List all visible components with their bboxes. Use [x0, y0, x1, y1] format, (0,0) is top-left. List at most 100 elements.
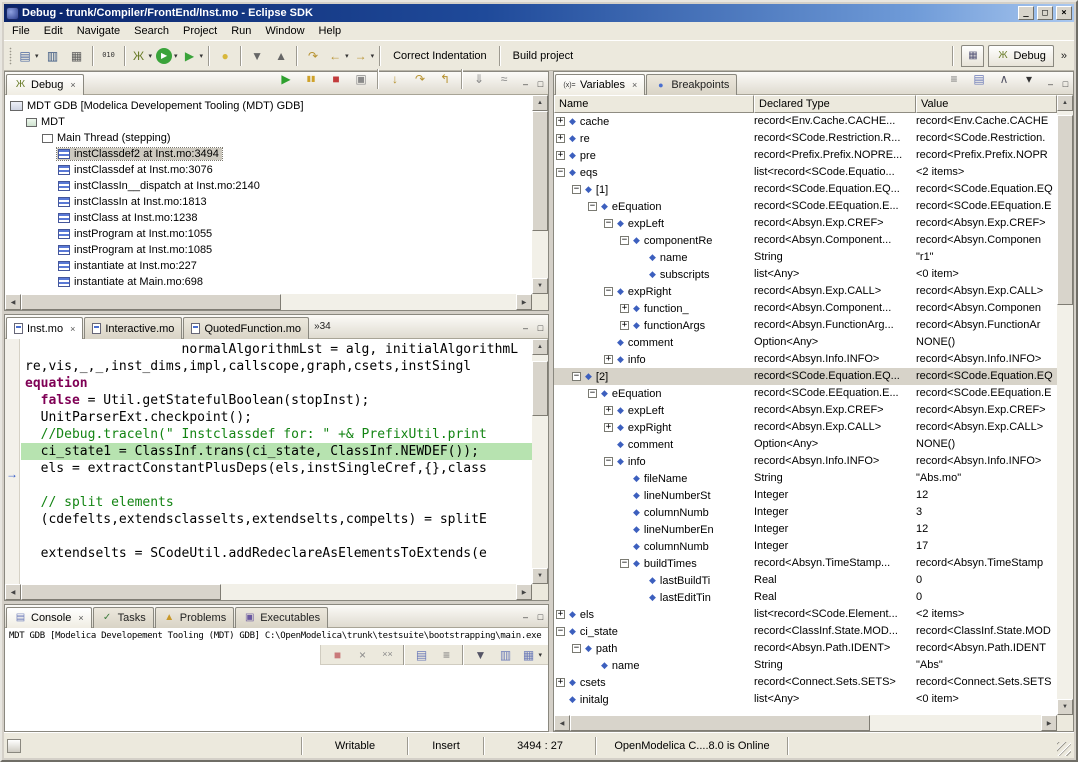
- search-button[interactable]: ●: [213, 44, 237, 68]
- variable-row[interactable]: −◆[2]record<SCode.Equation.EQ...record<S…: [554, 368, 1057, 385]
- variable-row[interactable]: ◆initalglist<Any><0 item>: [554, 691, 1057, 708]
- open-perspective-button[interactable]: ▦: [961, 45, 984, 67]
- scroll-left-icon[interactable]: ◀: [5, 294, 21, 310]
- tab-breakpoints[interactable]: ●Breakpoints: [646, 74, 737, 95]
- variable-row[interactable]: ◆lineNumberStInteger12: [554, 487, 1057, 504]
- menu-item-edit[interactable]: Edit: [37, 23, 70, 39]
- debug-tree-row[interactable]: instClass at Inst.mo:1238: [5, 210, 532, 226]
- debug-tree-row[interactable]: instantiate at Main.mo:698: [5, 274, 532, 290]
- scroll-up-icon[interactable]: ▲: [1057, 95, 1073, 111]
- debug-tree-item[interactable]: instProgram at Inst.mo:1055: [57, 228, 215, 240]
- debug-tree-item[interactable]: instClassIn__dispatch at Inst.mo:2140: [57, 180, 263, 192]
- code-line[interactable]: false = Util.getStatefulBoolean(stopInst…: [21, 392, 532, 409]
- open-console-button[interactable]: ▦▾: [518, 643, 544, 667]
- variable-row[interactable]: −◆expLeftrecord<Absyn.Exp.CREF>record<Ab…: [554, 215, 1057, 232]
- scroll-up-icon[interactable]: ▲: [532, 339, 548, 355]
- debug-tree-item[interactable]: MDT: [25, 116, 68, 128]
- terminate-button[interactable]: ■: [324, 67, 348, 91]
- close-view-icon[interactable]: ×: [78, 613, 83, 623]
- collapse-all-button[interactable]: ∧: [992, 67, 1016, 91]
- scroll-down-icon[interactable]: ▼: [532, 568, 548, 584]
- mdt-binary-button[interactable]: 010: [97, 44, 121, 68]
- use-step-filters-button[interactable]: ≈: [492, 67, 516, 91]
- drop-to-frame-button[interactable]: ⇓: [467, 67, 491, 91]
- variable-row[interactable]: −◆buildTimesrecord<Absyn.TimeStamp...rec…: [554, 555, 1057, 572]
- variable-row[interactable]: −◆inforecord<Absyn.Info.INFO>record<Absy…: [554, 453, 1057, 470]
- variables-vertical-scrollbar[interactable]: ▲ ▼: [1057, 95, 1073, 715]
- debug-tree-row[interactable]: instClassIn at Inst.mo:1813: [5, 194, 532, 210]
- clear-console-button[interactable]: ▤: [409, 643, 433, 667]
- run-button[interactable]: ▶▾: [154, 44, 180, 68]
- variable-row[interactable]: −◆eqslist<record<SCode.Equatio...<2 item…: [554, 164, 1057, 181]
- variable-row[interactable]: +◆rerecord<SCode.Restriction.R...record<…: [554, 130, 1057, 147]
- expand-plus-icon[interactable]: +: [556, 151, 565, 160]
- disconnect-button[interactable]: ▣: [349, 67, 373, 91]
- debug-tree-row[interactable]: instProgram at Inst.mo:1085: [5, 242, 532, 258]
- code-line[interactable]: els = extractConstantPlusDeps(els,instSi…: [21, 460, 532, 477]
- editor-tab-quotedfunction-mo[interactable]: QuotedFunction.mo: [183, 317, 309, 339]
- variable-row[interactable]: ◆lastBuildTiReal0: [554, 572, 1057, 589]
- fastview-icon[interactable]: [7, 739, 21, 753]
- scrollbar-thumb[interactable]: [570, 715, 870, 731]
- collapse-minus-icon[interactable]: −: [604, 219, 613, 228]
- external-tools-button[interactable]: ▶▾: [180, 44, 206, 68]
- debug-tree-row[interactable]: MDT: [5, 114, 532, 130]
- maximize-view-icon[interactable]: □: [1058, 77, 1073, 91]
- close-view-icon[interactable]: ×: [632, 80, 637, 90]
- variable-row[interactable]: +◆prerecord<Prefix.Prefix.NOPRE...record…: [554, 147, 1057, 164]
- tab-executables[interactable]: ▣Executables: [235, 607, 328, 628]
- minimize-window-button[interactable]: _: [1018, 6, 1034, 20]
- step-over-button[interactable]: ↷: [408, 67, 432, 91]
- expand-plus-icon[interactable]: +: [604, 406, 613, 415]
- debug-tree-item[interactable]: instantiate at Inst.mo:227: [57, 260, 200, 272]
- last-edit-location-button[interactable]: ↷: [301, 44, 325, 68]
- code-line[interactable]: ci_state1 = ClassInf.trans(ci_state, Cla…: [21, 443, 532, 460]
- variable-row[interactable]: ◆lastEditTinReal0: [554, 589, 1057, 606]
- perspective-overflow-chevron[interactable]: »: [1058, 50, 1070, 62]
- expand-plus-icon[interactable]: +: [604, 423, 613, 432]
- collapse-minus-icon[interactable]: −: [620, 236, 629, 245]
- scroll-down-icon[interactable]: ▼: [532, 278, 548, 294]
- debug-tree-item[interactable]: instantiate at Main.mo:698: [57, 276, 206, 288]
- code-line[interactable]: extendselts = SCodeUtil.addRedeclareAsEl…: [21, 545, 532, 562]
- collapse-minus-icon[interactable]: −: [572, 644, 581, 653]
- editor-overflow-chevron[interactable]: »34: [314, 321, 331, 332]
- debug-tree-item[interactable]: instClassIn at Inst.mo:1813: [57, 196, 210, 208]
- maximize-view-icon[interactable]: □: [533, 610, 548, 624]
- scrollbar-thumb[interactable]: [532, 361, 548, 416]
- remove-all-launches-button[interactable]: ××: [375, 643, 399, 667]
- code-line[interactable]: UnitParserExt.checkpoint();: [21, 409, 532, 426]
- variable-row[interactable]: +◆function_record<Absyn.Component...reco…: [554, 300, 1057, 317]
- variable-row[interactable]: +◆elslist<record<SCode.Element...<2 item…: [554, 606, 1057, 623]
- variable-row[interactable]: +◆inforecord<Absyn.Info.INFO>record<Absy…: [554, 351, 1057, 368]
- debug-tree-row[interactable]: Main Thread (stepping): [5, 130, 532, 146]
- suspend-button[interactable]: ▮▮: [299, 67, 323, 91]
- expand-plus-icon[interactable]: +: [556, 117, 565, 126]
- variable-row[interactable]: ◆fileNameString"Abs.mo": [554, 470, 1057, 487]
- previous-annotation-button[interactable]: ▲: [269, 44, 293, 68]
- variable-row[interactable]: −◆pathrecord<Absyn.Path.IDENT>record<Abs…: [554, 640, 1057, 657]
- remove-launch-button[interactable]: ×: [350, 643, 374, 667]
- expand-plus-icon[interactable]: +: [556, 610, 565, 619]
- menu-item-search[interactable]: Search: [127, 23, 176, 39]
- variable-row[interactable]: −◆[1]record<SCode.Equation.EQ...record<S…: [554, 181, 1057, 198]
- maximize-window-button[interactable]: □: [1037, 6, 1053, 20]
- variables-horizontal-scrollbar[interactable]: ◀ ▶: [554, 715, 1057, 731]
- minimize-view-icon[interactable]: –: [518, 77, 533, 91]
- collapse-minus-icon[interactable]: −: [604, 457, 613, 466]
- editor-vertical-scrollbar[interactable]: ▲ ▼: [532, 339, 548, 584]
- menu-item-window[interactable]: Window: [258, 23, 311, 39]
- code-line[interactable]: (cdefelts,extendsclasselts,extendselts,c…: [21, 511, 532, 528]
- scroll-left-icon[interactable]: ◀: [554, 715, 570, 731]
- expand-plus-icon[interactable]: +: [620, 304, 629, 313]
- debug-tree-item[interactable]: instClass at Inst.mo:1238: [57, 212, 201, 224]
- variable-row[interactable]: ◆columnNumbInteger17: [554, 538, 1057, 555]
- tab-tasks[interactable]: ✓Tasks: [93, 607, 154, 628]
- variable-row[interactable]: −◆eEquationrecord<SCode.EEquation.E...re…: [554, 385, 1057, 402]
- code-line[interactable]: // split elements: [21, 494, 532, 511]
- expand-plus-icon[interactable]: +: [556, 134, 565, 143]
- back-button[interactable]: ←▾: [325, 44, 351, 68]
- maximize-view-icon[interactable]: □: [533, 321, 548, 335]
- scroll-lock-button[interactable]: ≡: [434, 643, 458, 667]
- debug-tree-row[interactable]: MDT GDB [Modelica Developement Tooling (…: [5, 98, 532, 114]
